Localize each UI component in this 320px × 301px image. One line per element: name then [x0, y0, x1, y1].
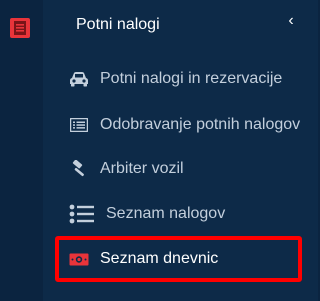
panel-title: Potni nalogi	[76, 16, 160, 33]
gavel-icon	[68, 159, 90, 179]
sidebar-item-label: Seznam dnevnic	[100, 250, 219, 267]
car-icon	[68, 69, 90, 89]
sidebar-item-label: Odobravanje potnih nalogov	[100, 116, 301, 133]
list-box-icon	[68, 115, 90, 135]
icon-rail	[0, 0, 43, 301]
sidebar-item-seznam-dnevnic[interactable]: Seznam dnevnic	[43, 241, 318, 277]
sidebar-item-arbiter-vozil[interactable]: Arbiter vozil	[43, 151, 318, 187]
money-icon	[68, 249, 90, 269]
sidebar-item-label: Potni nalogi in rezervacije	[100, 70, 283, 87]
sidebar-item-potni-nalogi-in-rezervacije[interactable]: Potni nalogi in rezervacije	[43, 61, 318, 97]
sidebar-item-seznam-nalogov[interactable]: Seznam nalogov	[43, 196, 318, 232]
collapse-chevron-icon[interactable]: ‹	[281, 10, 301, 32]
sidebar-item-label: Seznam nalogov	[106, 205, 226, 222]
bullet-list-icon	[68, 204, 96, 224]
notebook-icon[interactable]	[9, 17, 31, 39]
sidebar-panel: Potni nalogi ‹ Potni nalogi in rezervaci…	[43, 0, 318, 301]
sidebar-item-label: Arbiter vozil	[100, 160, 184, 177]
sidebar-item-odobravanje-potnih-nalogov[interactable]: Odobravanje potnih nalogov	[43, 107, 318, 143]
